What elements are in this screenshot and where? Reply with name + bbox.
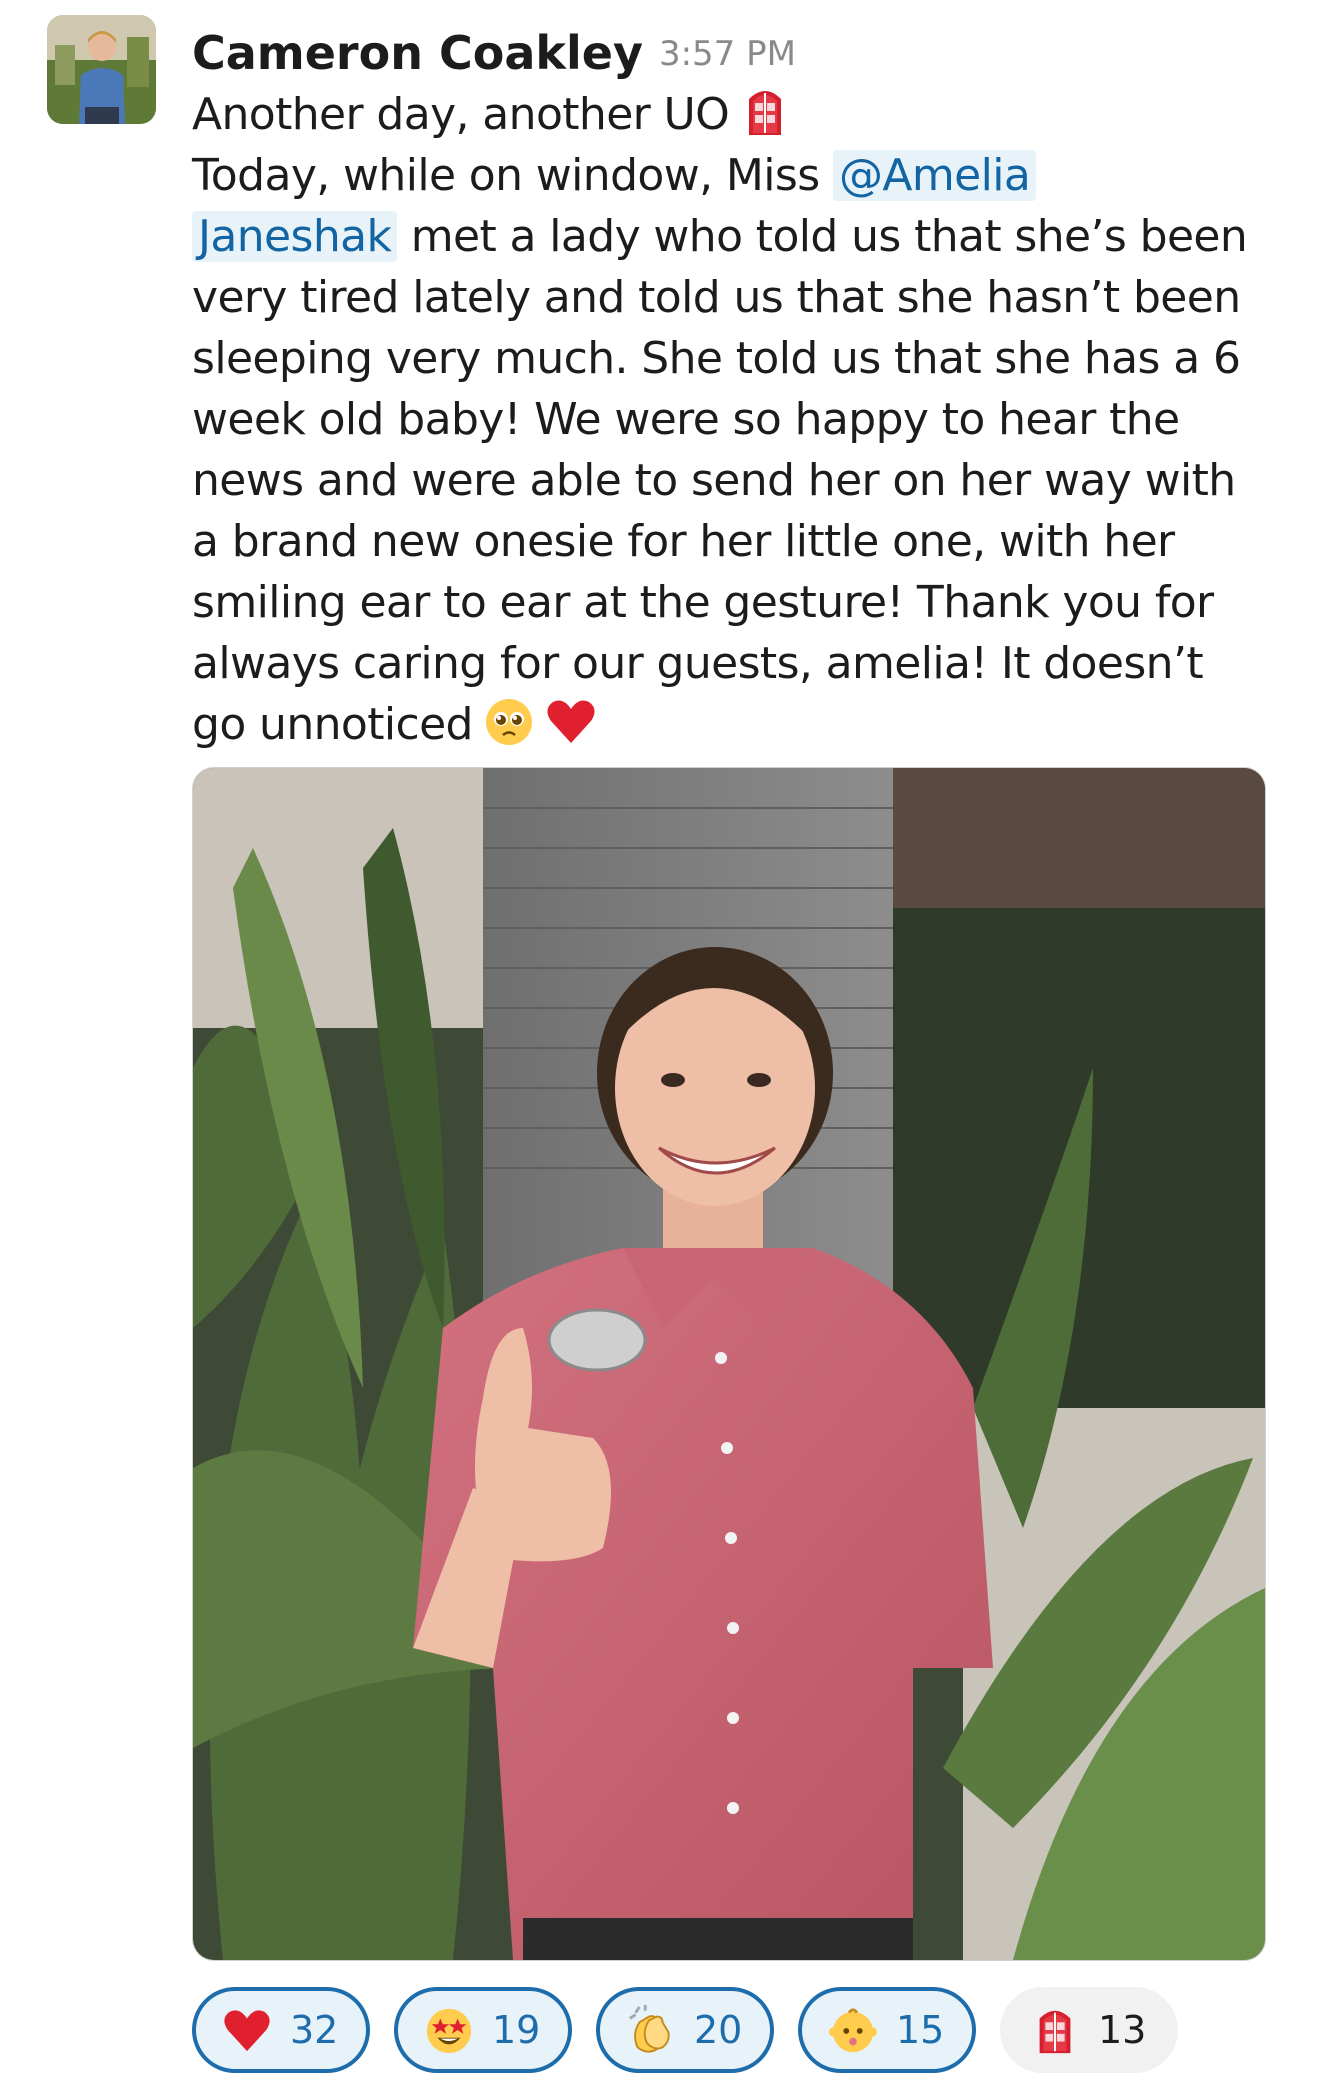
attached-photo[interactable] <box>192 767 1266 1961</box>
reaction-baby[interactable]: 15 <box>798 1987 976 2073</box>
body-line: very tired lately and told us that she h… <box>192 272 1241 323</box>
clapping-hands-icon <box>626 2005 676 2055</box>
body-line: sleeping very much. She told us that she… <box>192 333 1241 384</box>
reaction-count: 19 <box>492 2008 541 2052</box>
body-line: a brand new onesie for her little one, w… <box>192 516 1175 567</box>
user-mention[interactable]: @Amelia <box>832 150 1037 201</box>
reaction-red-door[interactable]: 13 <box>1000 1987 1178 2073</box>
message-body: Another day, another UO Today, while on … <box>192 84 1282 755</box>
body-line: Janeshak met a lady who told us that she… <box>192 206 1282 267</box>
reaction-heart[interactable]: 32 <box>192 1987 370 2073</box>
avatar[interactable] <box>47 15 156 124</box>
body-line: go unnoticed <box>192 694 1282 755</box>
message-content: Cameron Coakley 3:57 PM Another day, ano… <box>192 0 1282 755</box>
reaction-count: 15 <box>896 2008 945 2052</box>
body-line: smiling ear to ear at the gesture! Thank… <box>192 577 1214 628</box>
reactions-bar: 32 19 20 15 13 <box>192 1987 1178 2073</box>
message: Cameron Coakley 3:57 PM Another day, ano… <box>0 0 1320 2089</box>
reaction-count: 13 <box>1098 2008 1147 2052</box>
body-line: news and were able to send her on her wa… <box>192 455 1236 506</box>
body-line: Today, while on window, Miss @Amelia <box>192 145 1282 206</box>
reaction-star-struck[interactable]: 19 <box>394 1987 572 2073</box>
message-header: Cameron Coakley 3:57 PM <box>192 0 1282 84</box>
author-name[interactable]: Cameron Coakley <box>192 24 643 82</box>
reaction-count: 20 <box>694 2008 743 2052</box>
pleading-face-icon <box>483 695 535 747</box>
red-heart-icon <box>545 695 597 747</box>
body-line: Another day, another UO <box>192 84 1282 145</box>
star-struck-icon <box>424 2005 474 2055</box>
user-mention[interactable]: Janeshak <box>192 211 398 262</box>
red-door-icon <box>739 85 791 137</box>
body-line: always caring for our guests, amelia! It… <box>192 638 1204 689</box>
timestamp[interactable]: 3:57 PM <box>659 26 796 82</box>
baby-icon <box>828 2005 878 2055</box>
red-heart-icon <box>222 2005 272 2055</box>
reaction-clap[interactable]: 20 <box>596 1987 774 2073</box>
red-door-icon <box>1030 2005 1080 2055</box>
reaction-count: 32 <box>290 2008 339 2052</box>
body-line: week old baby! We were so happy to hear … <box>192 394 1180 445</box>
